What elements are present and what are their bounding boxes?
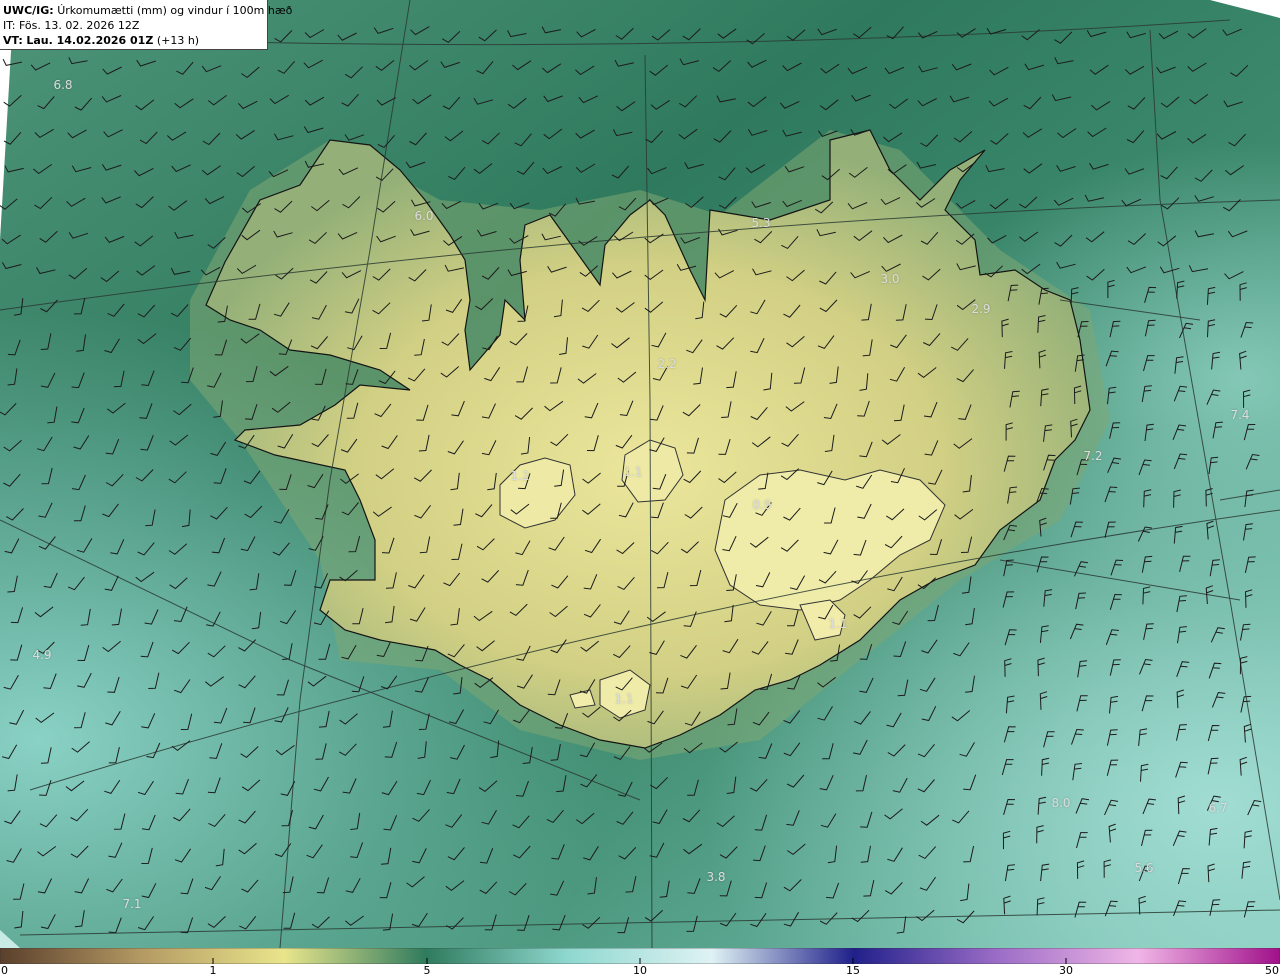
field-description: Úrkomumætti (mm) og vindur í 100m hæð bbox=[57, 4, 293, 17]
value-label-interior-north: 2.2 bbox=[657, 357, 677, 371]
value-label-east-coast-offshore: 7.2 bbox=[1083, 449, 1103, 463]
value-label-east-fjords: 2.9 bbox=[971, 302, 991, 316]
value-label-sw-ocean-south: 7.1 bbox=[122, 897, 142, 911]
value-label-vatnajokull: 0.9 bbox=[752, 498, 772, 512]
value-label-north-coast: 5.3 bbox=[751, 216, 771, 230]
value-label-se-ocean-south: 5.6 bbox=[1134, 861, 1154, 875]
colorbar-tick-30: 30 bbox=[1059, 964, 1073, 977]
lead-time: (+13 h) bbox=[156, 34, 200, 47]
title-line-3: VT: Lau. 14.02.2026 01Z (+13 h) bbox=[3, 33, 267, 48]
colorbar-tick-0: 0 bbox=[1, 964, 8, 977]
value-label-south-ocean: 3.8 bbox=[706, 870, 726, 884]
map-title-box: UWC/IG: Úrkomumætti (mm) og vindur í 100… bbox=[0, 0, 292, 50]
value-label-se-ocean-far: 6.7 bbox=[1208, 801, 1228, 815]
value-label-northeast: 3.0 bbox=[880, 272, 900, 286]
value-label-east-ocean: 7.4 bbox=[1230, 408, 1250, 422]
colorbar-tick-1: 1 bbox=[209, 964, 217, 977]
value-label-langjokull: 1.2 bbox=[510, 469, 530, 483]
value-label-hofsjokull: 1.1 bbox=[623, 465, 643, 479]
valid-prefix: VT: bbox=[3, 34, 23, 47]
value-label-myrdalsjokull: 1.1 bbox=[614, 692, 634, 706]
value-label-oraefajokull: 1.1 bbox=[828, 617, 848, 631]
colorbar-tick-5: 5 bbox=[423, 964, 431, 977]
init-time: IT: Fös. 13. 02. 2026 12Z bbox=[3, 19, 140, 32]
colorbar bbox=[0, 948, 1280, 964]
value-label-westfjords-north: 6.0 bbox=[414, 209, 434, 223]
valid-time: Lau. 14.02.2026 01Z bbox=[26, 34, 154, 47]
model-name: UWC/IG: bbox=[3, 4, 54, 17]
value-label-se-ocean: 8.0 bbox=[1051, 796, 1071, 810]
colorbar-tick-50: 50 bbox=[1265, 964, 1279, 977]
value-label-nw-ocean: 6.8 bbox=[53, 78, 73, 92]
value-label-sw-ocean: 4.9 bbox=[32, 648, 52, 662]
colorbar-tick-10: 10 bbox=[633, 964, 647, 977]
title-line-1: UWC/IG: Úrkomumætti (mm) og vindur í 100… bbox=[3, 3, 292, 18]
colorbar-tick-15: 15 bbox=[846, 964, 860, 977]
